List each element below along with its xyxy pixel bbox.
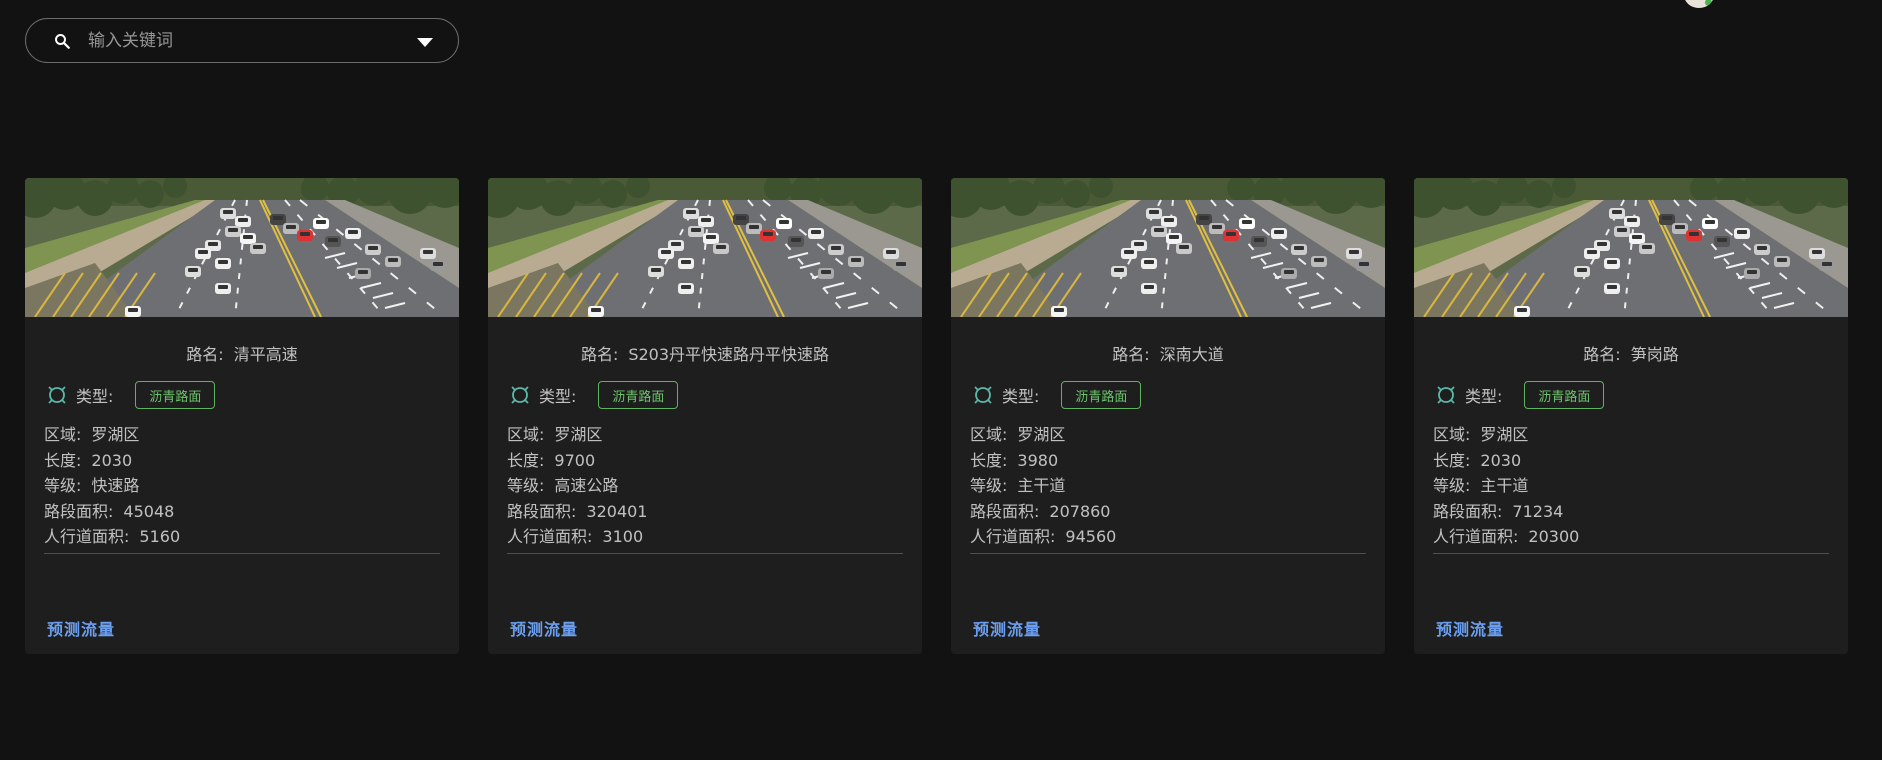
length-row: 长度: 3980 — [970, 450, 1059, 470]
sidewalk-area-row: 人行道面积: 94560 — [970, 527, 1117, 546]
road-card: 路名: 深南大道 类型: 沥青路面 区域: 罗湖区 长度: 3980 等级: 主干道 路… — [951, 178, 1385, 654]
divider — [44, 553, 440, 554]
road-type-icon — [974, 386, 992, 404]
sidewalk-area-row: 人行道面积: 5160 — [44, 527, 181, 546]
caret-down-icon[interactable] — [410, 32, 440, 52]
type-row: 类型: 沥青路面 — [510, 380, 679, 410]
road-name: 路名: 笋岗路 — [1583, 345, 1679, 364]
search-bar[interactable] — [25, 18, 459, 63]
divider — [1433, 553, 1829, 554]
type-row: 类型: 沥青路面 — [973, 380, 1142, 410]
segment-area-row: 路段面积: 45048 — [44, 501, 175, 521]
road-info: 区域: 罗湖区 长度: 9700 等级: 高速公路 路段面积: 320401 人行道面积… — [507, 421, 647, 549]
sidewalk-area-row: 人行道面积: 20300 — [1433, 527, 1580, 546]
area-row: 区域: 罗湖区 — [970, 425, 1066, 444]
length-row: 长度: 2030 — [44, 450, 133, 470]
predict-flow-button[interactable]: 预测流量 — [500, 611, 588, 645]
area-row: 区域: 罗湖区 — [507, 425, 603, 444]
segment-area-row: 路段面积: 207860 — [970, 501, 1111, 521]
grade-row: 等级: 主干道 — [1433, 476, 1529, 495]
road-info: 区域: 罗湖区 长度: 2030 等级: 快速路 路段面积: 45048 人行道面积: 5… — [44, 421, 180, 549]
road-type-icon — [1437, 386, 1455, 404]
divider — [507, 553, 903, 554]
road-info: 区域: 罗湖区 长度: 3980 等级: 主干道 路段面积: 207860 人行道面积:… — [970, 421, 1116, 549]
length-row: 长度: 2030 — [1433, 450, 1522, 470]
predict-flow-button[interactable]: 预测流量 — [963, 611, 1051, 645]
road-card: 路名: 清平高速 类型: 沥青路面 区域: 罗湖区 长度: 2030 等级: 快速路 路… — [25, 178, 459, 654]
type-chip: 沥青路面 — [598, 381, 679, 409]
road-type-icon — [511, 386, 529, 404]
road-traffic-photo — [488, 178, 922, 317]
grade-row: 等级: 高速公路 — [507, 476, 619, 495]
type-label: 类型: — [1465, 387, 1503, 406]
area-row: 区域: 罗湖区 — [1433, 425, 1529, 444]
road-card: 路名: S203丹平快速路丹平快速路 类型: 沥青路面 区域: 罗湖区 长度: 970… — [488, 178, 922, 654]
divider — [970, 553, 1366, 554]
type-label: 类型: — [76, 387, 114, 406]
type-row: 类型: 沥青路面 — [47, 380, 216, 410]
segment-area-row: 路段面积: 71234 — [1433, 501, 1564, 521]
type-label: 类型: — [1002, 387, 1040, 406]
road-card: 路名: 笋岗路 类型: 沥青路面 区域: 罗湖区 长度: 2030 等级: 主干道 路段… — [1414, 178, 1848, 654]
type-chip: 沥青路面 — [1524, 381, 1605, 409]
type-row: 类型: 沥青路面 — [1436, 380, 1605, 410]
road-traffic-photo — [1414, 178, 1848, 317]
length-row: 长度: 9700 — [507, 450, 596, 470]
type-chip: 沥青路面 — [135, 381, 216, 409]
search-icon — [55, 34, 70, 49]
grade-row: 等级: 主干道 — [970, 476, 1066, 495]
area-row: 区域: 罗湖区 — [44, 425, 140, 444]
sidewalk-area-row: 人行道面积: 3100 — [507, 527, 644, 546]
predict-flow-button[interactable]: 预测流量 — [37, 611, 125, 645]
search-input[interactable] — [88, 27, 408, 55]
type-chip: 沥青路面 — [1061, 381, 1142, 409]
road-traffic-photo — [951, 178, 1385, 317]
road-name: 路名: S203丹平快速路丹平快速路 — [580, 345, 830, 364]
avatar[interactable] — [1684, 0, 1714, 8]
road-name: 路名: 深南大道 — [1112, 345, 1224, 364]
type-label: 类型: — [539, 387, 577, 406]
segment-area-row: 路段面积: 320401 — [507, 501, 648, 521]
grade-row: 等级: 快速路 — [44, 476, 140, 495]
road-info: 区域: 罗湖区 长度: 2030 等级: 主干道 路段面积: 71234 人行道面积: 2… — [1433, 421, 1579, 549]
road-type-icon — [48, 386, 66, 404]
road-name: 路名: 清平高速 — [186, 345, 298, 364]
predict-flow-button[interactable]: 预测流量 — [1426, 611, 1514, 645]
road-traffic-photo — [25, 178, 459, 317]
